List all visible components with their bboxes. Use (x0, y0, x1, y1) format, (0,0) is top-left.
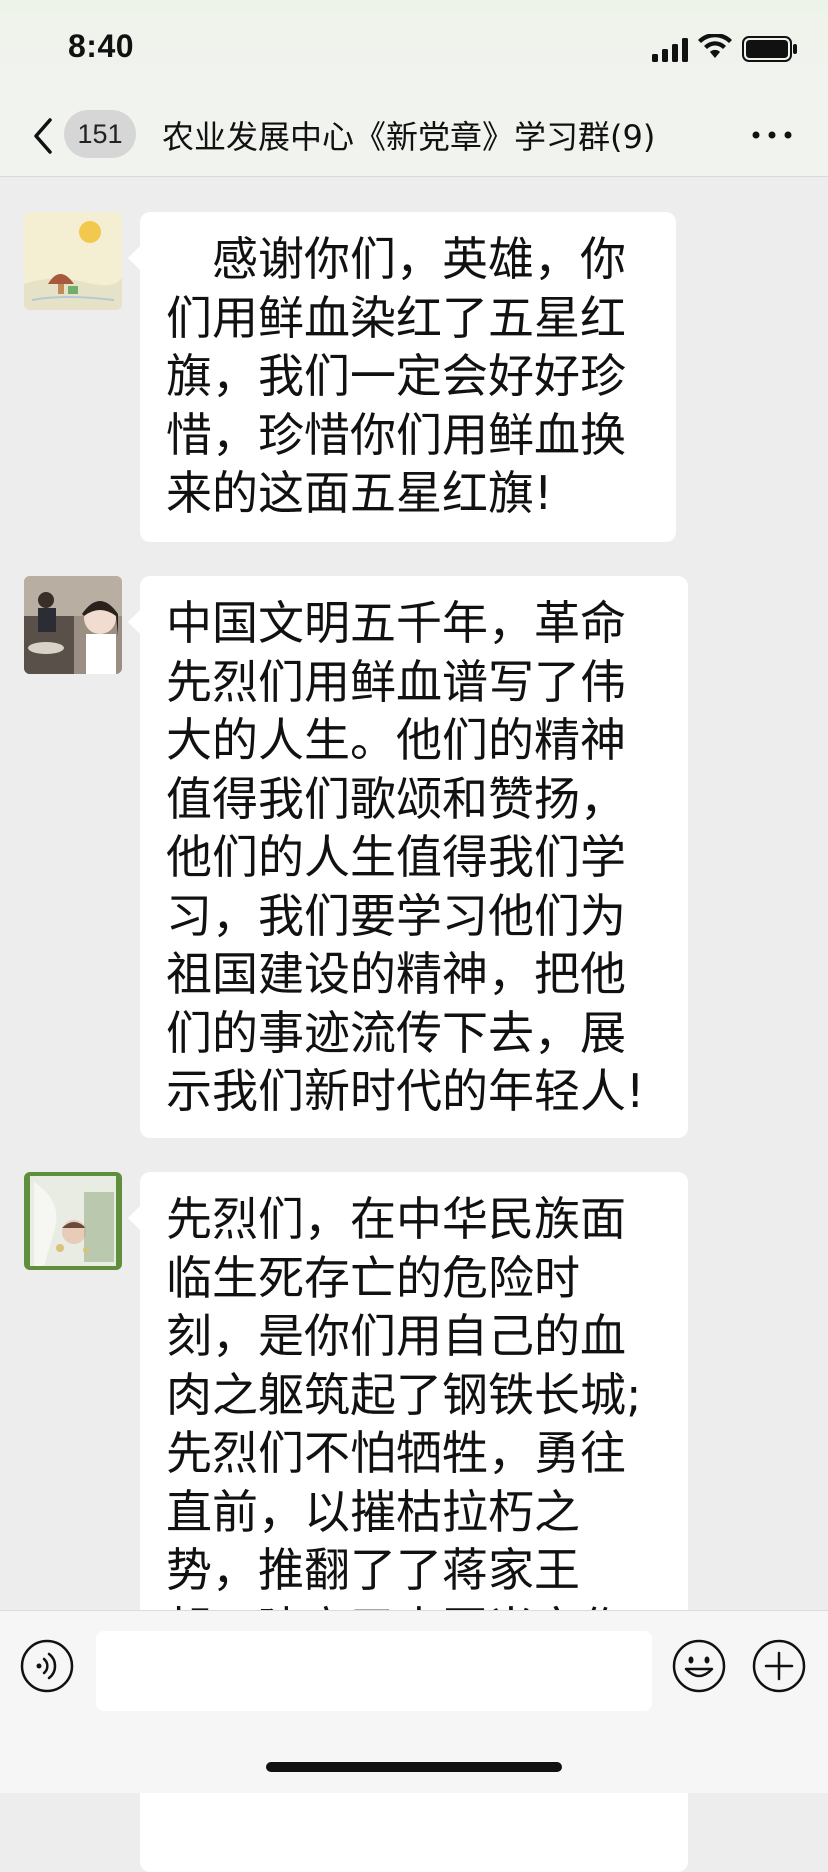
message-bubble[interactable]: 中国文明五千年，革命 先烈们用鲜血谱写了伟 大的人生。他们的精神 值得我们歌颂和… (128, 576, 688, 1138)
avatar[interactable] (24, 1172, 122, 1270)
avatar-photo-woman (24, 576, 122, 674)
avatar-photo-green (24, 1172, 122, 1270)
avatar[interactable] (24, 576, 122, 674)
avatar[interactable] (24, 212, 122, 310)
status-bar: 8:40 (0, 0, 828, 96)
message-bubble[interactable]: 感谢你们，英雄，你 们用鲜血染红了五星红 旗，我们一定会好好珍 惜，珍惜你们用鲜… (128, 212, 676, 542)
chat-header: 151 农业发展中心《新党章》学习群(9) (0, 96, 828, 177)
battery-icon (742, 36, 797, 62)
emoji-icon[interactable] (672, 1639, 726, 1693)
message-input[interactable] (96, 1631, 652, 1711)
more-dots-icon[interactable] (748, 120, 796, 150)
unread-count-badge[interactable]: 151 (64, 110, 136, 158)
plus-icon[interactable] (752, 1639, 806, 1693)
chevron-left-icon[interactable] (28, 116, 58, 156)
avatar-cartoon-sun (24, 212, 122, 310)
voice-icon[interactable] (20, 1639, 74, 1693)
home-indicator (266, 1762, 562, 1772)
signal-icon (652, 38, 688, 62)
chat-title: 农业发展中心《新党章》学习群(9) (162, 118, 656, 156)
wifi-icon (698, 34, 732, 58)
status-time: 8:40 (68, 28, 135, 64)
